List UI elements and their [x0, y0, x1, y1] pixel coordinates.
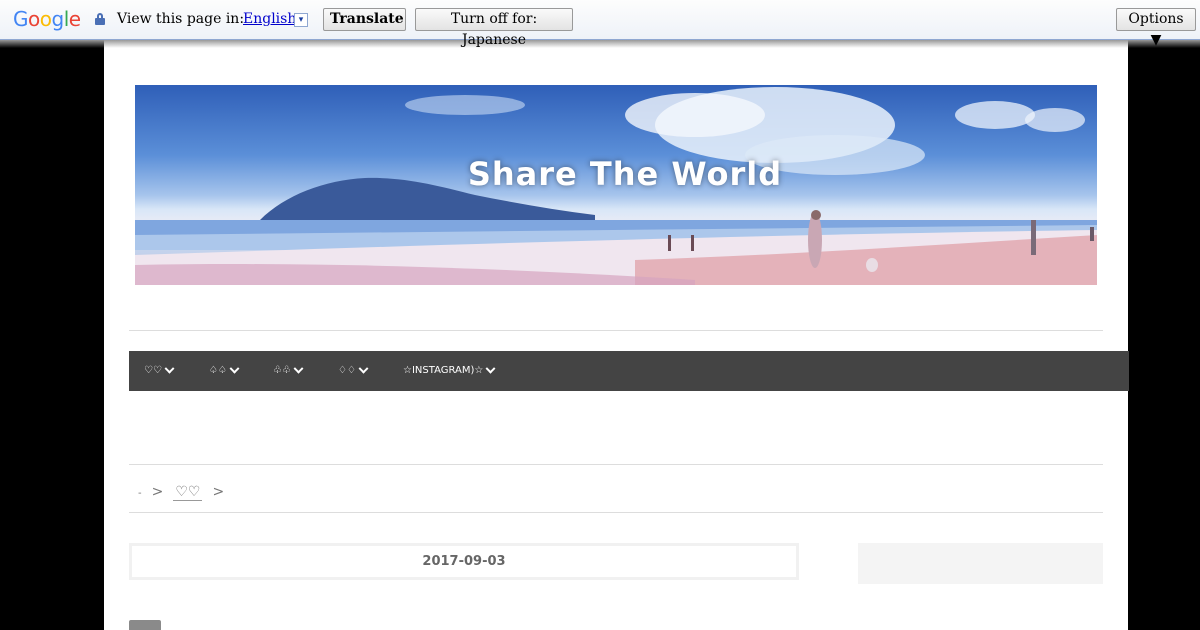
bar-shadow	[0, 40, 1200, 48]
nav-item-label: ♢♢	[338, 365, 356, 376]
divider	[129, 464, 1103, 465]
chevron-down-icon	[229, 363, 240, 374]
language-dropdown-icon[interactable]: ▾	[294, 13, 308, 27]
page-container: Share The World ♡♡ ♤♤ ♧♧ ♢♢ ☆INSTAGRAM)☆…	[104, 40, 1129, 630]
breadcrumb-home[interactable]: -	[138, 488, 142, 499]
translate-button[interactable]: Translate	[323, 8, 406, 31]
nav-item-label: ♡♡	[144, 365, 162, 376]
nav-item-diamonds[interactable]: ♢♢	[338, 351, 369, 391]
nav-item-clubs[interactable]: ♧♧	[273, 351, 304, 391]
breadcrumb: - > ♡♡ >	[138, 484, 234, 501]
header-banner[interactable]: Share The World	[135, 85, 1097, 285]
nav-item-spades[interactable]: ♤♤	[209, 351, 240, 391]
nav-item-label: ♧♧	[273, 365, 291, 376]
language-link[interactable]: English	[243, 11, 296, 27]
translate-bar: Google View this page in: English ▾ Tran…	[0, 0, 1200, 48]
post-date: 2017-09-03	[129, 543, 799, 580]
divider	[129, 330, 1103, 331]
lock-icon	[95, 13, 105, 25]
turn-off-button[interactable]: Turn off for: Japanese	[415, 8, 573, 48]
category-tag[interactable]	[129, 620, 161, 630]
sidebar-widget	[858, 543, 1103, 584]
options-button[interactable]: Options ▼	[1116, 8, 1196, 48]
nav-item-label: ♤♤	[209, 365, 227, 376]
divider	[129, 512, 1103, 513]
nav-item-instagram[interactable]: ☆INSTAGRAM)☆	[403, 351, 496, 391]
main-nav: ♡♡ ♤♤ ♧♧ ♢♢ ☆INSTAGRAM)☆	[129, 351, 1129, 391]
chevron-down-icon	[358, 363, 369, 374]
breadcrumb-category[interactable]: ♡♡	[173, 484, 203, 501]
chevron-down-icon	[485, 363, 496, 374]
chevron-down-icon	[164, 363, 175, 374]
site-title[interactable]: Share The World	[135, 155, 1097, 193]
breadcrumb-separator: >	[212, 484, 225, 500]
nav-item-hearts[interactable]: ♡♡	[144, 351, 175, 391]
chevron-down-icon	[293, 363, 304, 374]
google-logo: Google	[13, 7, 81, 31]
nav-item-label: ☆INSTAGRAM)☆	[403, 365, 484, 376]
translate-label: View this page in:	[117, 11, 245, 27]
breadcrumb-separator: >	[151, 484, 164, 500]
